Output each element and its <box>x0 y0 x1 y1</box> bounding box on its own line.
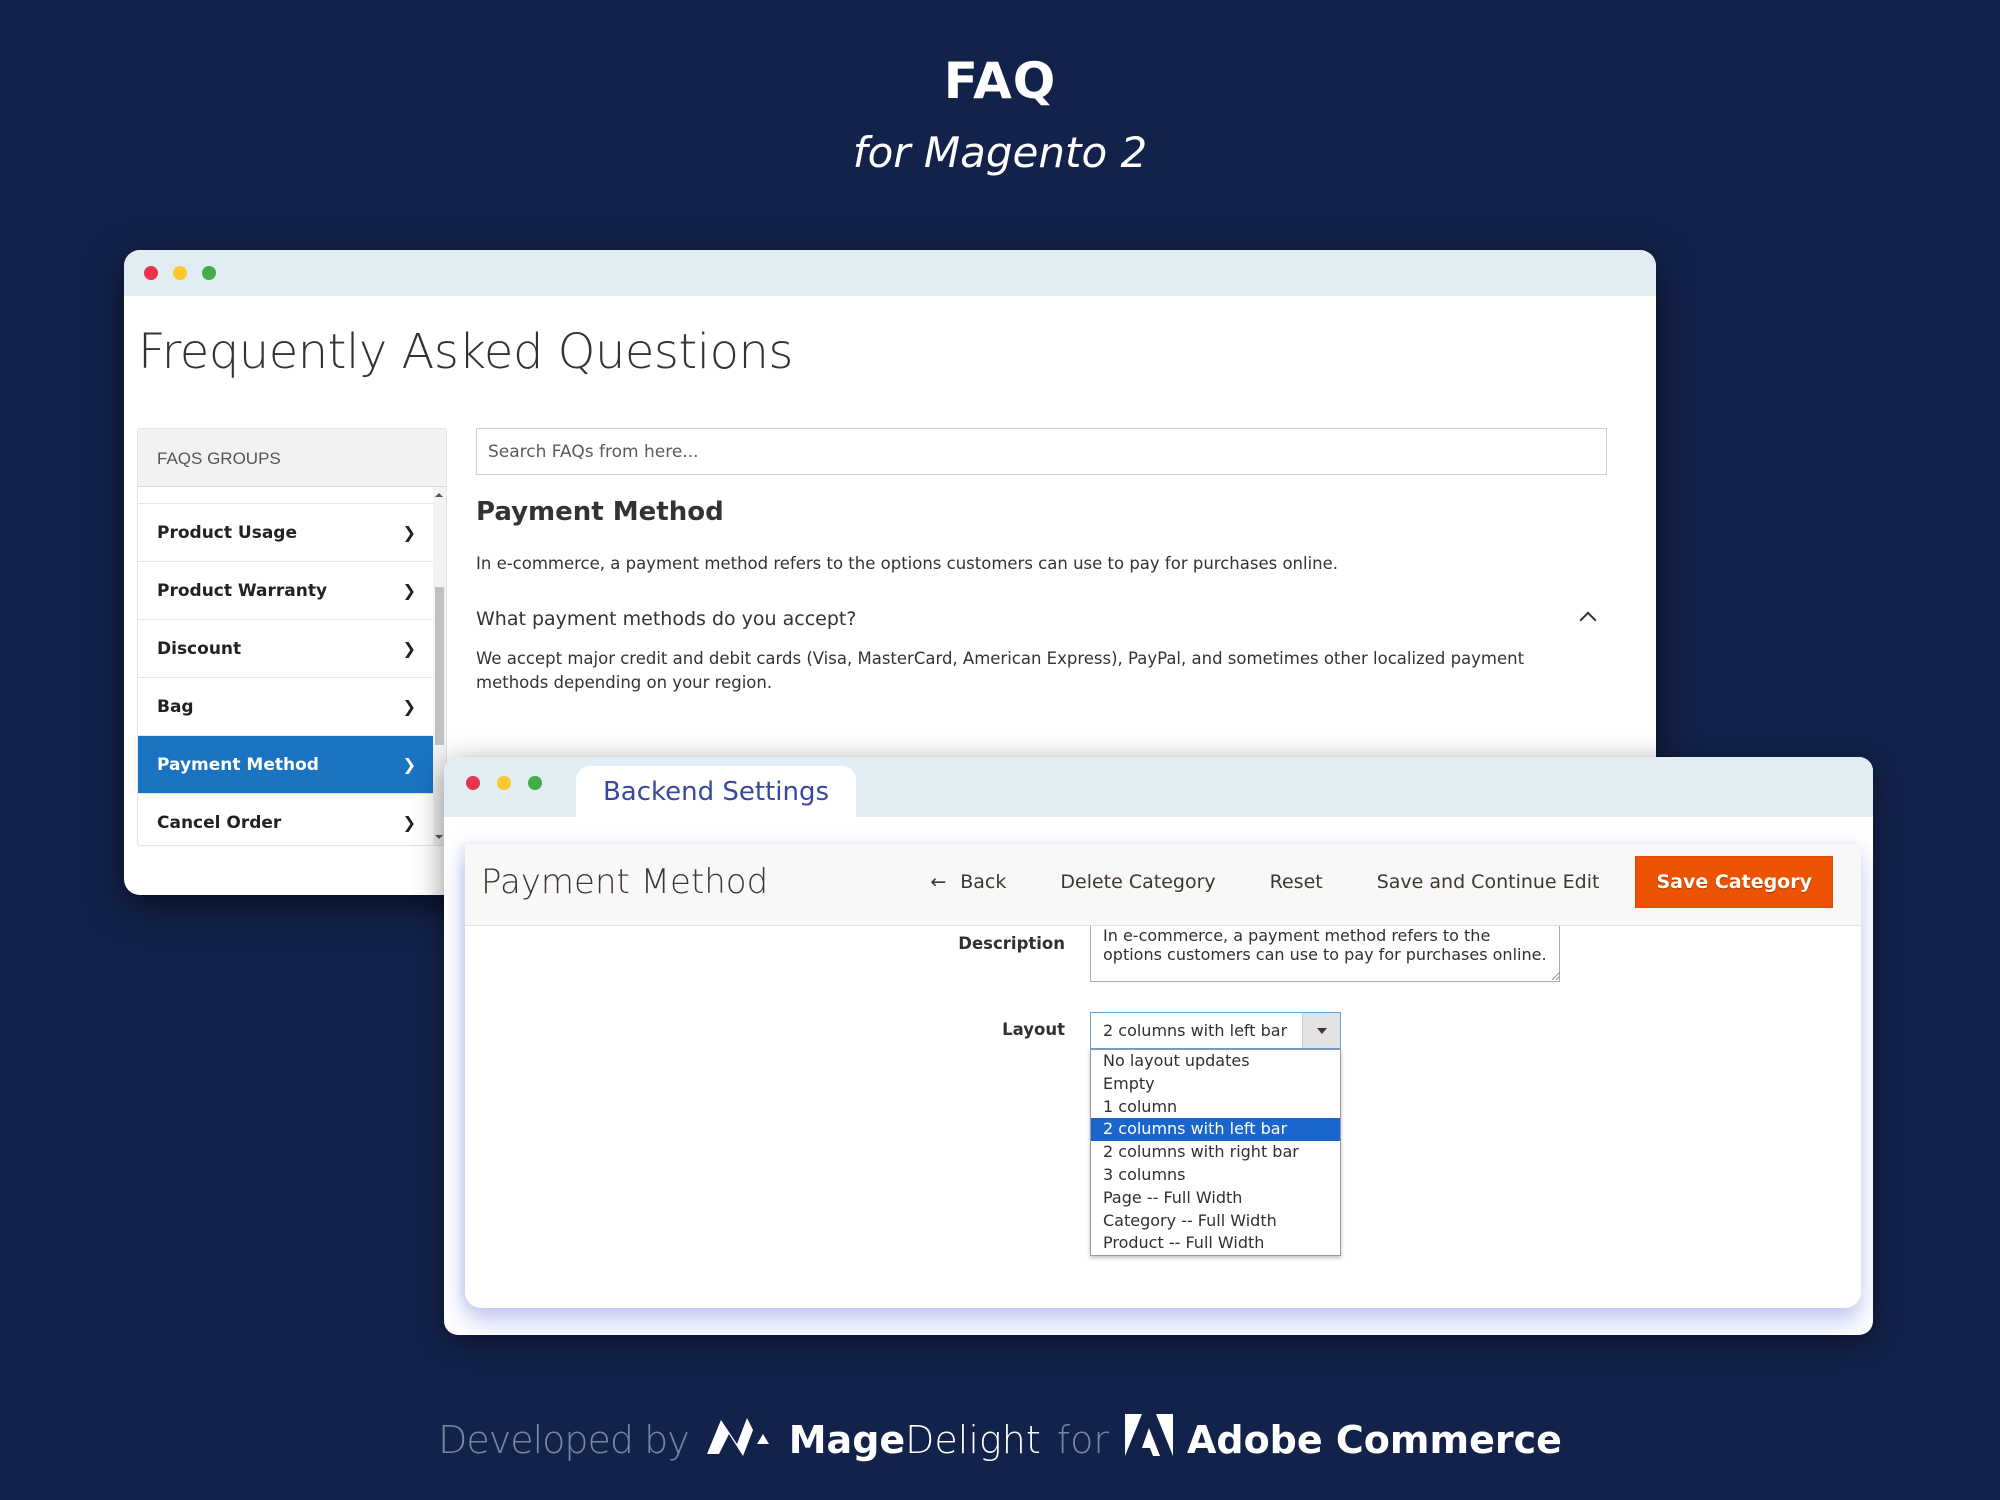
faq-answer: We accept major credit and debit cards (… <box>476 649 1525 692</box>
page-actions-header: Payment Method ← Back Delete Category Res… <box>465 844 1861 926</box>
sidebar-item-label: Discount <box>157 638 242 659</box>
layout-option[interactable]: No layout updates <box>1091 1050 1340 1073</box>
layout-option[interactable]: Empty <box>1091 1073 1340 1096</box>
hero-subtitle: for Magento 2 <box>852 128 1148 177</box>
adobe-logo-icon <box>1124 1414 1173 1465</box>
layout-option[interactable]: Page -- Full Width <box>1091 1187 1340 1210</box>
footer-credit: Developed by Mage Delight for Adobe Comme… <box>0 1414 2000 1465</box>
resize-grip-icon[interactable] <box>1552 972 1560 980</box>
sidebar-item-label: Bag <box>157 696 194 717</box>
arrow-left-icon: ← <box>930 871 947 893</box>
sidebar-item-cancel-order[interactable]: Cancel Order ❯ <box>138 794 434 845</box>
magedelight-logo-icon <box>706 1414 769 1465</box>
chevron-right-icon: ❯ <box>402 639 416 658</box>
window-titlebar <box>124 250 1656 296</box>
window-titlebar: Backend Settings <box>444 757 1873 817</box>
sidebar-item-product-warranty[interactable]: Product Warranty ❯ <box>138 562 434 620</box>
brand-mage: Mage <box>788 1417 906 1462</box>
chevron-right-icon: ❯ <box>402 813 416 832</box>
layout-select-value: 2 columns with left bar <box>1103 1021 1288 1040</box>
page-title: Frequently Asked Questions <box>138 324 793 380</box>
chevron-right-icon: ❯ <box>402 523 416 542</box>
backend-window: Backend Settings Payment Method ← Back De… <box>444 757 1873 1335</box>
sidebar-item-bag[interactable]: Bag ❯ <box>138 678 434 736</box>
maximize-dot-icon[interactable] <box>528 776 542 790</box>
sidebar-partial-item <box>138 487 434 504</box>
save-and-continue-button[interactable]: Save and Continue Edit <box>1377 871 1600 893</box>
sidebar-item-label: Cancel Order <box>157 812 282 833</box>
scrollbar-thumb[interactable] <box>435 587 444 745</box>
sidebar-item-product-usage[interactable]: Product Usage ❯ <box>138 504 434 562</box>
delete-category-button[interactable]: Delete Category <box>1060 871 1215 893</box>
page-title: Payment Method <box>481 862 769 902</box>
layout-select[interactable]: 2 columns with left bar <box>1090 1012 1341 1049</box>
close-dot-icon[interactable] <box>144 266 158 280</box>
developed-by-text: Developed by <box>438 1417 690 1462</box>
hero-title: FAQ <box>943 52 1057 110</box>
faq-question-row[interactable]: What payment methods do you accept? <box>476 608 1607 630</box>
sidebar-item-label: Product Usage <box>157 522 298 543</box>
chevron-right-icon: ❯ <box>402 581 416 600</box>
chevron-right-icon: ❯ <box>402 755 416 774</box>
category-edit-panel: Payment Method ← Back Delete Category Res… <box>465 844 1861 1308</box>
reset-button[interactable]: Reset <box>1270 871 1323 893</box>
scroll-down-arrow-icon[interactable] <box>435 835 443 839</box>
layout-option-selected[interactable]: 2 columns with left bar <box>1091 1118 1340 1142</box>
action-buttons: ← Back Delete Category Reset Save and Con… <box>930 856 1833 908</box>
layout-option[interactable]: 2 columns with right bar <box>1091 1141 1340 1164</box>
sidebar-item-discount[interactable]: Discount ❯ <box>138 620 434 678</box>
minimize-dot-icon[interactable] <box>173 266 187 280</box>
save-category-button[interactable]: Save Category <box>1635 856 1833 908</box>
layout-options-list: No layout updates Empty 1 column 2 colum… <box>1090 1049 1341 1257</box>
sidebar-list: Product Usage ❯ Product Warranty ❯ Disco… <box>138 487 434 845</box>
layout-label: Layout <box>1002 1020 1065 1039</box>
brand-delight: Delight <box>905 1417 1041 1462</box>
tab-backend-settings[interactable]: Backend Settings <box>576 766 856 817</box>
minimize-dot-icon[interactable] <box>497 776 511 790</box>
back-label: Back <box>960 871 1007 893</box>
layout-option[interactable]: 1 column <box>1091 1096 1340 1119</box>
chevron-right-icon: ❯ <box>402 697 416 716</box>
faq-search-input[interactable] <box>476 428 1607 475</box>
sidebar-item-payment-method[interactable]: Payment Method ❯ <box>138 736 434 794</box>
maximize-dot-icon[interactable] <box>202 266 216 280</box>
category-title: Payment Method <box>476 497 724 527</box>
for-text: for <box>1056 1417 1109 1462</box>
sidebar-item-label: Product Warranty <box>157 580 328 601</box>
description-label: Description <box>958 934 1065 953</box>
back-button[interactable]: ← Back <box>930 871 1006 893</box>
category-description: In e-commerce, a payment method refers t… <box>476 554 1339 573</box>
sidebar-header: FAQS GROUPS <box>138 429 446 487</box>
scroll-up-arrow-icon[interactable] <box>435 493 443 497</box>
platform-name: Adobe Commerce <box>1186 1417 1562 1462</box>
layout-option[interactable]: Category -- Full Width <box>1091 1210 1340 1233</box>
faq-groups-sidebar: FAQS GROUPS Product Usage ❯ Product Warr… <box>137 428 447 846</box>
layout-option[interactable]: Product -- Full Width <box>1091 1232 1340 1255</box>
dropdown-arrow-icon[interactable] <box>1302 1013 1340 1048</box>
description-textarea[interactable]: In e-commerce, a payment method refers t… <box>1090 926 1560 982</box>
sidebar-item-label: Payment Method <box>157 754 319 775</box>
close-dot-icon[interactable] <box>466 776 480 790</box>
layout-option[interactable]: 3 columns <box>1091 1164 1340 1187</box>
faq-question[interactable]: What payment methods do you accept? <box>476 608 1607 630</box>
